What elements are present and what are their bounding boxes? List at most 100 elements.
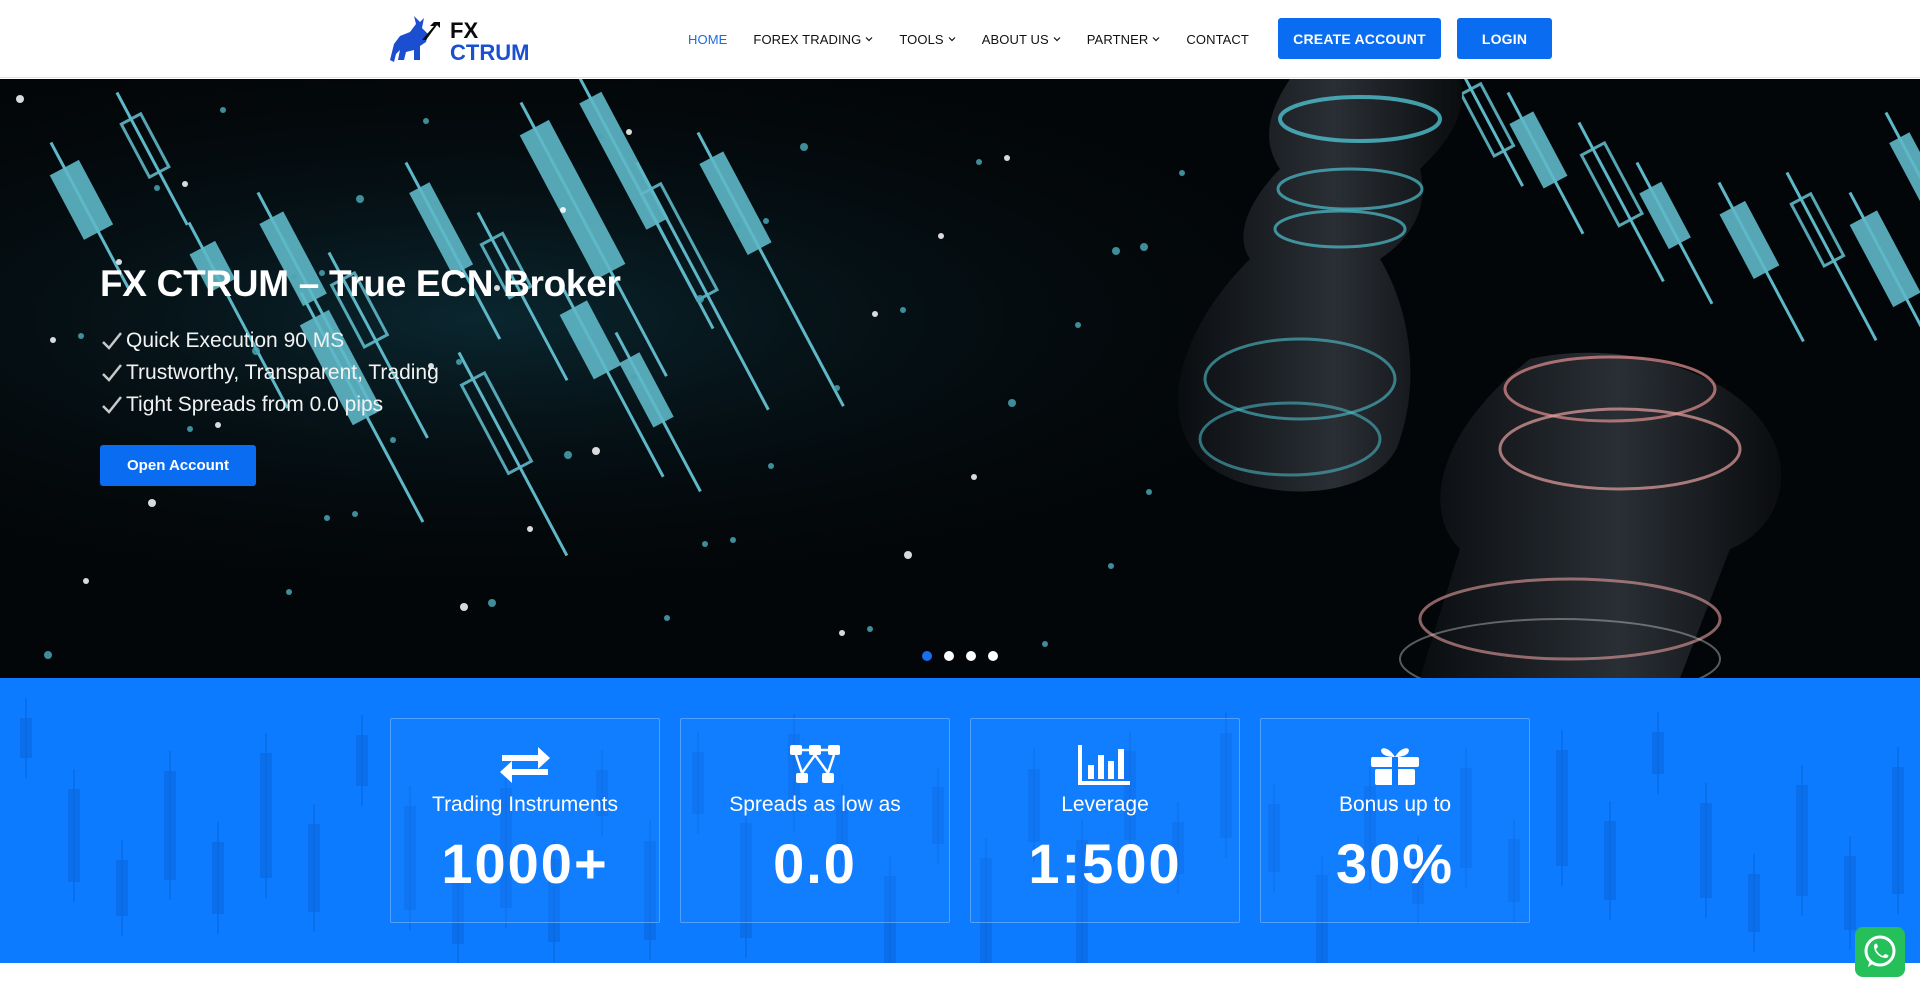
whatsapp-chat-button[interactable] xyxy=(1855,927,1905,977)
whatsapp-icon xyxy=(1864,935,1896,967)
sparkle-dot xyxy=(1179,170,1185,176)
sparkle-dot xyxy=(148,499,156,507)
sparkle-dot xyxy=(356,195,364,203)
sparkle-dot xyxy=(215,422,221,428)
stat-card-spreads: Spreads as low as 0.0 xyxy=(680,718,950,923)
sparkle-dot xyxy=(702,541,708,547)
sparkle-dot xyxy=(1042,641,1048,647)
sparkle-dot xyxy=(488,599,496,607)
sparkle-dot xyxy=(390,437,396,443)
sparkle-dot xyxy=(971,474,977,480)
sparkle-dot xyxy=(50,337,56,343)
stat-label: Trading Instruments xyxy=(432,793,618,816)
sparkle-dot xyxy=(1112,247,1120,255)
nav-item-about-us[interactable]: ABOUT US xyxy=(982,32,1061,47)
main-nav: HOME FOREX TRADING TOOLS ABOUT US PARTNE… xyxy=(688,0,1249,78)
sparkle-dot xyxy=(324,515,330,521)
pattern-candle-body xyxy=(260,753,272,878)
sparkle-dot xyxy=(423,118,429,124)
site-logo[interactable]: FX CTRUM xyxy=(386,10,536,66)
sparkle-dot xyxy=(834,385,840,391)
nav-label: TOOLS xyxy=(899,31,944,47)
sparkle-dot xyxy=(631,374,637,380)
sparkle-dot xyxy=(904,551,912,559)
nav-label: HOME xyxy=(688,31,728,47)
nav-item-home[interactable]: HOME xyxy=(688,32,727,47)
sparkle-dot xyxy=(730,537,736,543)
stat-value: 0.0 xyxy=(773,832,857,895)
checkmark-icon xyxy=(102,364,122,382)
sparkle-dot xyxy=(182,181,188,187)
pattern-candle-body xyxy=(1556,750,1568,866)
pattern-candle-body xyxy=(1700,803,1712,898)
login-button[interactable]: LOGIN xyxy=(1457,18,1552,59)
logo-text-ctrum: CTRUM xyxy=(450,40,529,65)
hero-feature-text: Quick Execution 90 MS xyxy=(126,329,345,352)
pattern-candle-body xyxy=(20,718,32,758)
sparkle-dot xyxy=(1108,563,1114,569)
stats-background-pattern xyxy=(20,698,1904,963)
sparkle-dot xyxy=(78,333,84,339)
slider-dot-4[interactable] xyxy=(988,651,998,661)
bar-chart-icon xyxy=(1078,745,1130,785)
sparkle-dot xyxy=(187,426,193,432)
nav-item-partner[interactable]: PARTNER xyxy=(1087,32,1161,47)
slider-dot-2[interactable] xyxy=(944,651,954,661)
pattern-candle-body xyxy=(1604,821,1616,900)
sparkle-dot xyxy=(154,185,160,191)
nav-item-contact[interactable]: CONTACT xyxy=(1186,32,1249,47)
stat-value: 1:500 xyxy=(1028,832,1182,895)
chevron-down-icon xyxy=(865,37,873,42)
sparkle-dot xyxy=(83,578,89,584)
sparkle-dot xyxy=(16,95,24,103)
sparkle-dot xyxy=(938,233,944,239)
pattern-candle-body xyxy=(68,789,80,882)
sparkle-dot xyxy=(800,143,808,151)
sparkle-dot xyxy=(763,218,769,224)
nav-item-tools[interactable]: TOOLS xyxy=(899,31,956,47)
sparkle-dot xyxy=(1075,322,1081,328)
pattern-candle-body xyxy=(1652,732,1664,774)
sparkle-dot xyxy=(867,626,873,632)
checkmark-icon xyxy=(102,396,122,414)
nav-item-forex-trading[interactable]: FOREX TRADING xyxy=(753,32,873,47)
slider-dot-3[interactable] xyxy=(966,651,976,661)
pattern-candle-body xyxy=(212,842,224,914)
stat-label: Spreads as low as xyxy=(729,793,901,816)
hero-feature-list: Quick Execution 90 MS Trustworthy, Trans… xyxy=(100,325,439,421)
hero-feature-item: Trustworthy, Transparent, Trading xyxy=(100,357,439,389)
sparkle-dot xyxy=(1004,155,1010,161)
pattern-candle-body xyxy=(116,860,128,916)
pattern-candle-body xyxy=(1796,785,1808,896)
hero-slider: FX CTRUM – True ECN Broker Quick Executi… xyxy=(0,79,1920,678)
sparkle-dot xyxy=(527,526,533,532)
create-account-button[interactable]: CREATE ACCOUNT xyxy=(1278,18,1441,59)
sparkle-dot xyxy=(626,129,632,135)
sparkle-dot xyxy=(872,311,878,317)
sparkle-dot xyxy=(560,207,566,213)
pattern-candle-body xyxy=(308,824,320,912)
stats-section: Trading Instruments 1000+ Spreads as low… xyxy=(0,678,1920,963)
checkmark-icon xyxy=(102,332,122,350)
sparkle-dot xyxy=(735,222,741,228)
pattern-candle-body xyxy=(1748,874,1760,932)
gift-icon xyxy=(1371,748,1419,785)
sparkle-dot xyxy=(1140,243,1148,251)
slider-dot-1[interactable] xyxy=(922,651,932,661)
sparkle-dot xyxy=(900,307,906,313)
nav-label: FOREX TRADING xyxy=(753,31,862,47)
nav-label: ABOUT US xyxy=(981,31,1049,47)
nav-label: CONTACT xyxy=(1186,31,1249,47)
bull-logo-icon: FX CTRUM xyxy=(390,16,529,65)
hero-feature-item: Quick Execution 90 MS xyxy=(100,325,439,357)
open-account-button[interactable]: Open Account xyxy=(100,445,256,486)
sparkle-dot xyxy=(664,615,670,621)
hero-feature-text: Tight Spreads from 0.0 pips xyxy=(126,393,384,416)
sparkle-dot xyxy=(839,630,845,636)
sparkle-dot xyxy=(44,651,52,659)
hero-feature-item: Tight Spreads from 0.0 pips xyxy=(100,389,439,421)
sparkle-dot xyxy=(1008,399,1016,407)
stat-card-leverage: Leverage 1:500 xyxy=(970,718,1240,923)
stat-value: 30% xyxy=(1335,832,1455,895)
sparkle-dot xyxy=(696,295,704,303)
